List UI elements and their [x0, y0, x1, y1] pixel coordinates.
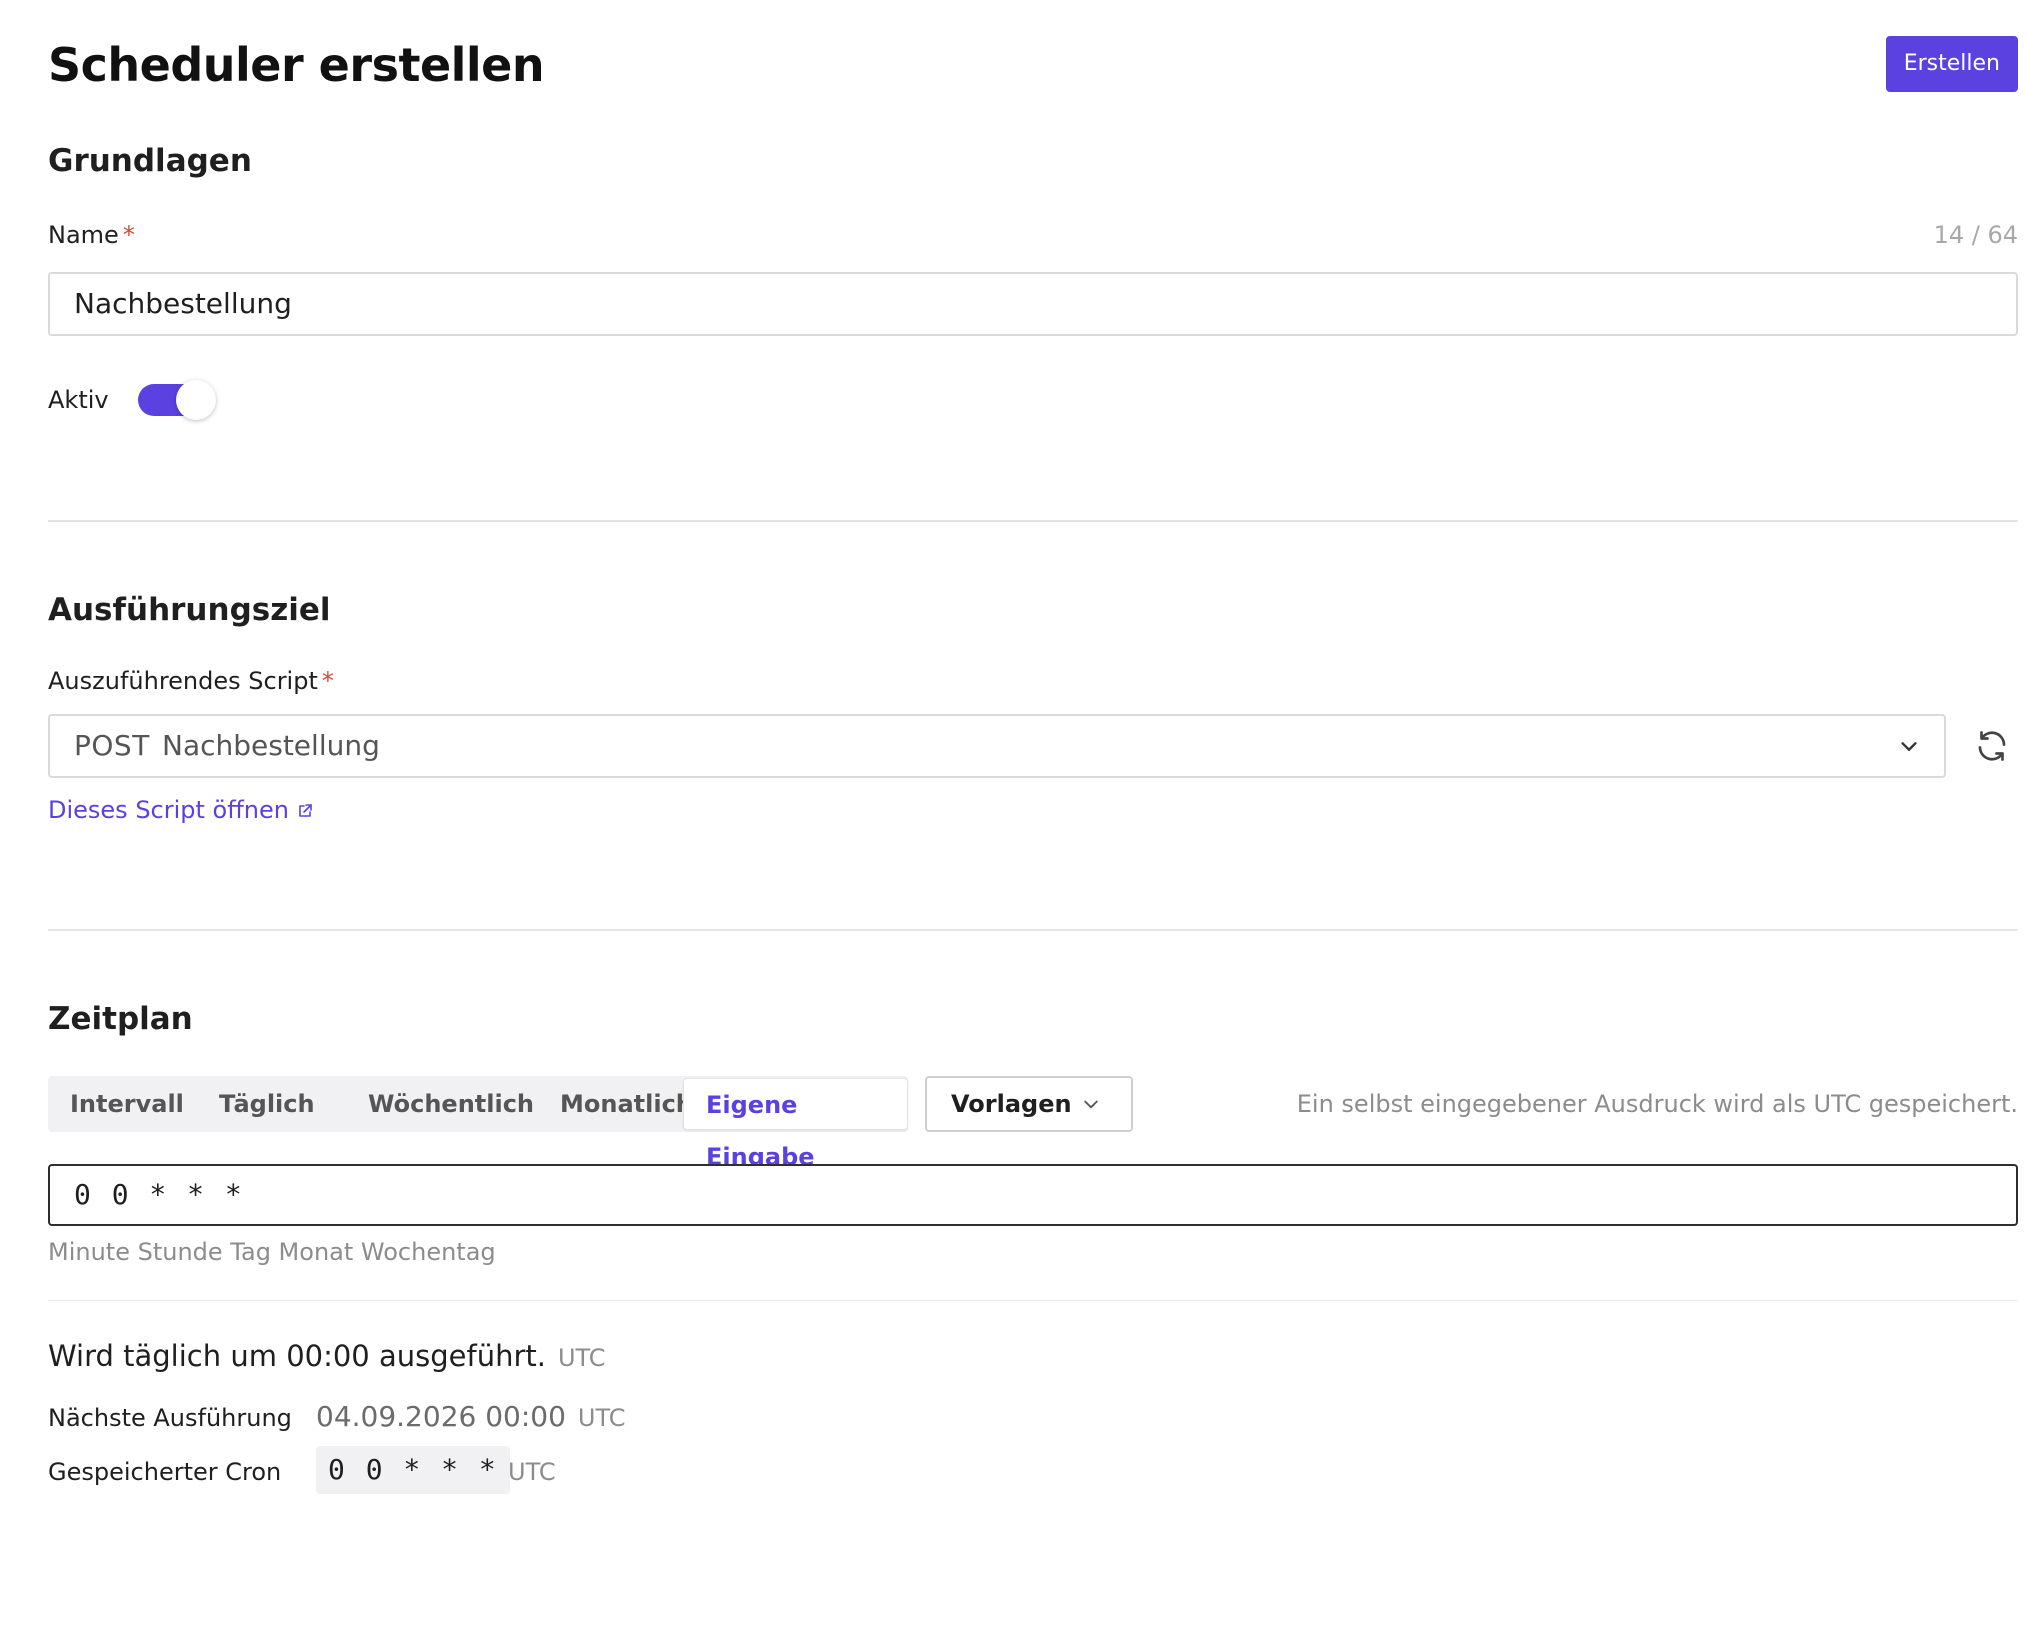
section-divider: [48, 520, 2018, 522]
page-header: Scheduler erstellen Erstellen: [48, 36, 2018, 100]
external-link-icon: [299, 804, 312, 817]
name-label: Name *: [48, 219, 135, 251]
section-title-basics: Grundlagen: [48, 143, 252, 179]
schedule-summary: Wird täglich um 00:00 ausgeführt. UTC: [48, 1336, 606, 1378]
script-select[interactable]: POST Nachbestellung: [48, 714, 1946, 778]
active-toggle[interactable]: [138, 380, 216, 420]
section-title-schedule: Zeitplan: [48, 1001, 193, 1037]
cron-input[interactable]: 0 0 * * *: [48, 1164, 2018, 1226]
open-script-link[interactable]: Dieses Script öffnen: [48, 794, 313, 826]
open-script-link-text: Dieses Script öffnen: [48, 796, 289, 824]
section-divider: [48, 929, 2018, 931]
section-title-target: Ausführungsziel: [48, 592, 331, 628]
active-toggle-row: Aktiv: [48, 380, 348, 420]
tab-intervall[interactable]: Intervall: [48, 1076, 206, 1132]
next-run-value: 04.09.2026 00:00 UTC: [316, 1398, 626, 1437]
create-button[interactable]: Erstellen: [1885, 36, 2018, 92]
timezone-label: UTC: [557, 1344, 606, 1372]
script-method: POST: [74, 729, 150, 762]
schedule-tabs: Intervall Täglich Wöchentlich Monatlich …: [48, 1076, 908, 1171]
script-name: Nachbestellung: [162, 729, 380, 762]
toggle-knob: [176, 380, 216, 420]
refresh-icon[interactable]: [1974, 728, 2010, 764]
script-label-text: Auszuführendes Script: [48, 667, 318, 695]
name-char-counter: 14 / 64: [1933, 221, 2018, 249]
name-label-text: Name: [48, 221, 119, 249]
stored-cron-row: Gespeicherter Cron 0 0 * * * UTC: [48, 1446, 1048, 1494]
next-run-label: Nächste Ausführung: [48, 1404, 292, 1432]
stored-cron-label: Gespeicherter Cron: [48, 1458, 282, 1486]
tab-woechentlich[interactable]: Wöchentlich: [346, 1076, 556, 1132]
next-run-date: 04.09.2026 00:00: [316, 1400, 566, 1433]
templates-dropdown[interactable]: Vorlagen: [925, 1076, 1133, 1132]
required-mark: *: [122, 221, 135, 249]
active-label: Aktiv: [48, 386, 109, 414]
chevron-down-icon: [1084, 1100, 1098, 1109]
stored-cron-value: 0 0 * * *: [316, 1446, 510, 1494]
next-run-row: Nächste Ausführung 04.09.2026 00:00 UTC: [48, 1396, 1048, 1440]
summary-divider: [48, 1300, 2018, 1301]
scheduler-form: Scheduler erstellen Erstellen Grundlagen…: [48, 0, 2018, 1640]
schedule-summary-text: Wird täglich um 00:00 ausgeführt.: [48, 1339, 546, 1373]
cron-fields-hint: Minute Stunde Tag Monat Wochentag: [48, 1238, 496, 1266]
timezone-label: UTC: [508, 1458, 556, 1486]
utc-hint: Ein selbst eingegebener Ausdruck wird al…: [1296, 1090, 2018, 1118]
templates-label: Vorlagen: [951, 1090, 1072, 1118]
name-input[interactable]: Nachbestellung: [48, 272, 2018, 336]
timezone-label: UTC: [577, 1404, 626, 1432]
script-label: Auszuführendes Script *: [48, 665, 334, 697]
tab-eigene-eingabe[interactable]: Eigene Eingabe: [683, 1078, 908, 1171]
required-mark: *: [321, 667, 334, 695]
page-title: Scheduler erstellen: [48, 38, 545, 92]
tab-taeglich[interactable]: Täglich: [197, 1076, 337, 1132]
chevron-down-icon: [1901, 742, 1917, 751]
